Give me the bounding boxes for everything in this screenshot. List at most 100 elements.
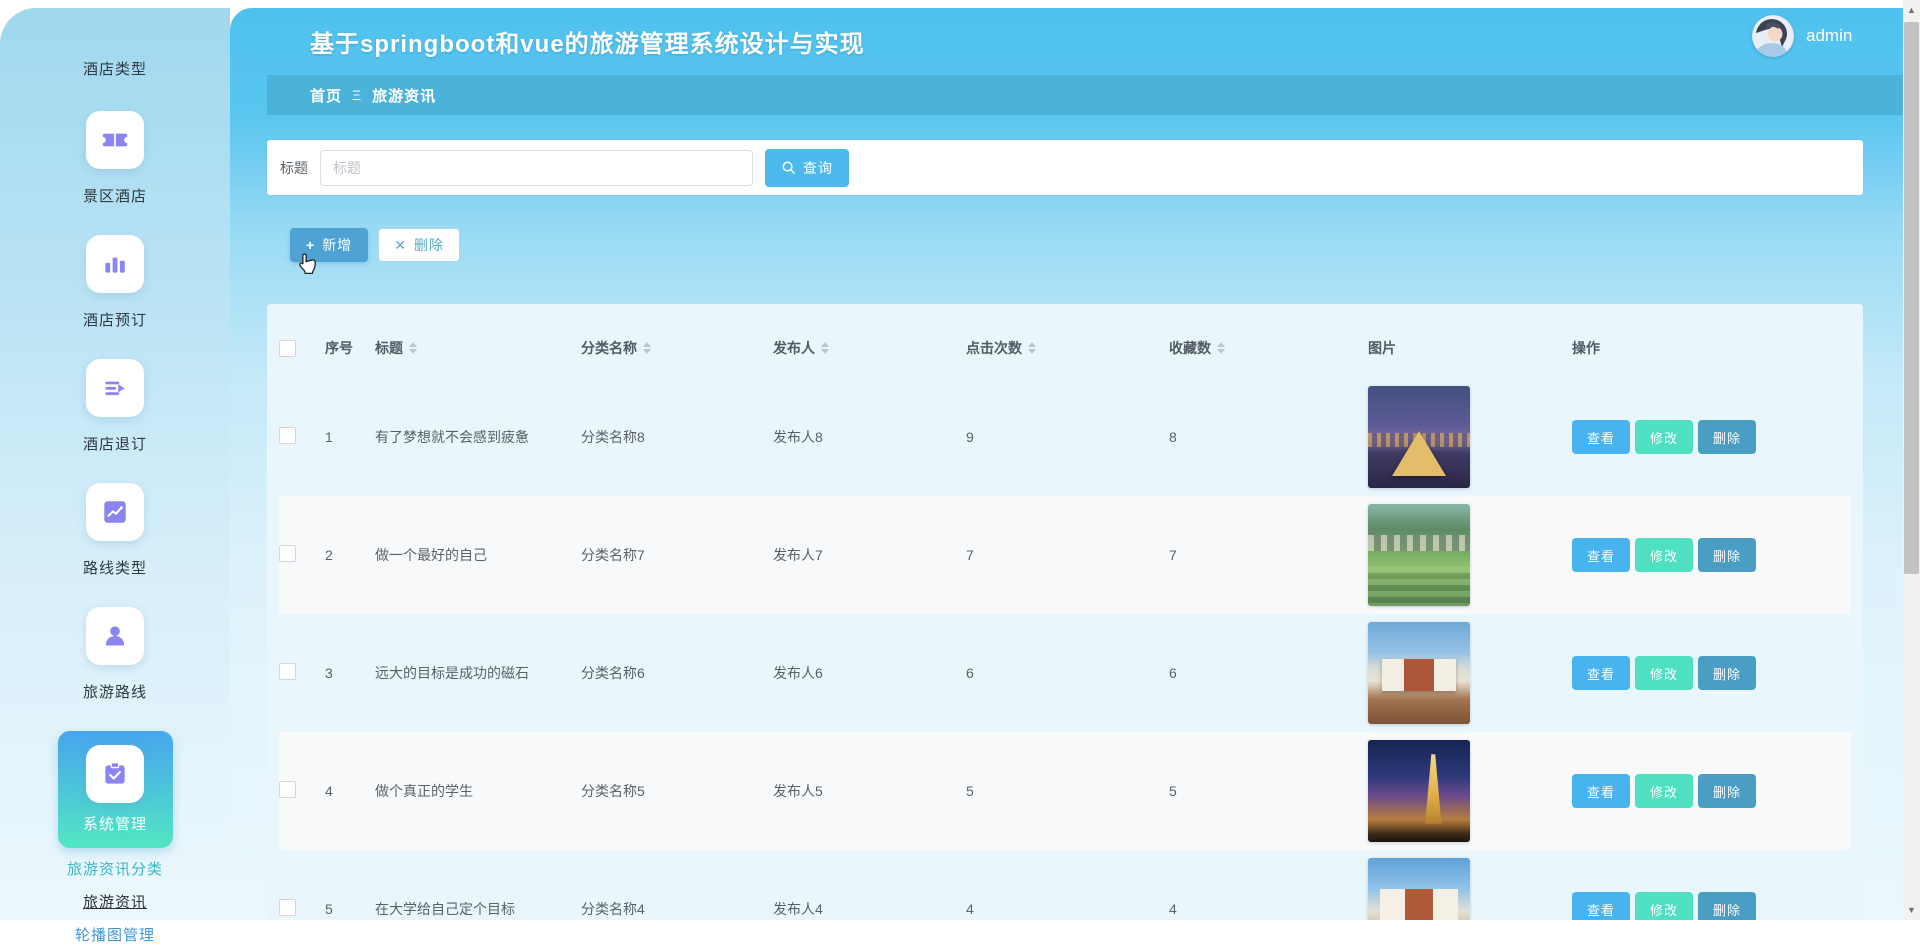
breadcrumb-separator-icon: Ξ	[352, 87, 362, 103]
page-scrollbar[interactable]: ▲ ▼	[1903, 0, 1920, 920]
cell-title: 有了梦想就不会感到疲惫	[375, 427, 581, 447]
sort-caret-icon[interactable]	[1028, 342, 1036, 354]
edit-button[interactable]: 修改	[1635, 656, 1693, 690]
sidebar-item-label: 酒店退订	[83, 433, 147, 454]
batch-delete-button[interactable]: ✕ 删除	[378, 228, 460, 262]
column-header-publisher[interactable]: 发布人	[773, 338, 966, 358]
cell-publisher: 发布人5	[773, 781, 966, 801]
row-checkbox[interactable]	[279, 781, 296, 798]
edit-button[interactable]: 修改	[1635, 538, 1693, 572]
sidebar-item-label: 系统管理	[83, 813, 147, 834]
sort-caret-icon[interactable]	[1217, 342, 1225, 354]
edit-button[interactable]: 修改	[1635, 774, 1693, 808]
column-header-favorites[interactable]: 收藏数	[1169, 338, 1368, 358]
plus-icon: +	[306, 237, 315, 253]
breadcrumb-home-link[interactable]: 首页	[310, 85, 342, 106]
sidebar-items: 酒店类型景区酒店酒店预订酒店退订路线类型旅游路线系统管理旅游资讯分类旅游资讯轮播…	[0, 8, 230, 945]
table-row: 5在大学给自己定个目标分类名称4发布人444查看修改删除	[279, 850, 1851, 920]
view-button[interactable]: 查看	[1572, 420, 1630, 454]
cell-publisher: 发布人6	[773, 663, 966, 683]
cell-favorites: 7	[1169, 547, 1368, 563]
view-button[interactable]: 查看	[1572, 774, 1630, 808]
search-panel: 标题 查询	[267, 140, 1863, 195]
sidebar-item-label: 景区酒店	[83, 185, 147, 206]
row-image-green-terraced-village	[1368, 504, 1470, 606]
cell-category: 分类名称8	[581, 427, 773, 447]
cell-image	[1368, 622, 1572, 724]
row-checkbox[interactable]	[279, 545, 296, 562]
user-menu[interactable]: admin	[1752, 15, 1852, 57]
sidebar-subitem-1[interactable]: 旅游资讯	[0, 891, 230, 912]
column-label-clicks: 点击次数	[966, 338, 1022, 358]
sidebar-item-label: 酒店预订	[83, 309, 147, 330]
sort-caret-icon[interactable]	[409, 342, 417, 354]
row-checkbox[interactable]	[279, 427, 296, 444]
user-avatar[interactable]	[1752, 15, 1794, 57]
sidebar-item-bar-chart[interactable]: 酒店预订	[0, 235, 230, 330]
cell-publisher: 发布人8	[773, 427, 966, 447]
view-button[interactable]: 查看	[1572, 892, 1630, 920]
delete-row-button[interactable]: 删除	[1698, 774, 1756, 808]
column-header-category[interactable]: 分类名称	[581, 338, 773, 358]
cell-favorites: 5	[1169, 783, 1368, 799]
trend-chart-icon	[86, 483, 144, 541]
person-icon	[86, 607, 144, 665]
column-header-clicks[interactable]: 点击次数	[966, 338, 1169, 358]
edit-button[interactable]: 修改	[1635, 892, 1693, 920]
table-body: 1有了梦想就不会感到疲惫分类名称8发布人898查看修改删除2做一个最好的自己分类…	[279, 378, 1851, 920]
sidebar-item-label: 酒店类型	[83, 58, 147, 79]
column-label-favorites: 收藏数	[1169, 338, 1211, 358]
sidebar-item-hotel-type[interactable]: 酒店类型	[0, 58, 230, 79]
row-image-potala-palace	[1368, 622, 1470, 724]
sidebar-item-clipboard-check[interactable]: 系统管理	[58, 731, 173, 848]
table-row: 2做一个最好的自己分类名称7发布人777查看修改删除	[279, 496, 1851, 614]
edit-button[interactable]: 修改	[1635, 420, 1693, 454]
sidebar-item-label: 路线类型	[83, 557, 147, 578]
cell-title: 做个真正的学生	[375, 781, 581, 801]
cell-category: 分类名称5	[581, 781, 773, 801]
cell-title: 远大的目标是成功的磁石	[375, 663, 581, 683]
main-area: 基于springboot和vue的旅游管理系统设计与实现 admin 首页 Ξ …	[230, 8, 1920, 920]
add-button[interactable]: + 新增	[290, 228, 368, 262]
row-checkbox[interactable]	[279, 899, 296, 916]
cell-checkbox	[279, 663, 325, 683]
cell-clicks: 9	[966, 429, 1169, 445]
delete-row-button[interactable]: 删除	[1698, 538, 1756, 572]
cell-image	[1368, 740, 1572, 842]
cell-title: 做一个最好的自己	[375, 545, 581, 565]
username-label: admin	[1806, 26, 1852, 46]
sidebar-item-trend-chart[interactable]: 路线类型	[0, 483, 230, 578]
scrollbar-thumb[interactable]	[1904, 22, 1919, 574]
delete-row-button[interactable]: 删除	[1698, 656, 1756, 690]
sidebar-item-ticket[interactable]: 景区酒店	[0, 111, 230, 206]
sidebar-item-list-return[interactable]: 酒店退订	[0, 359, 230, 454]
scroll-up-icon[interactable]: ▲	[1903, 2, 1920, 18]
cell-checkbox	[279, 545, 325, 565]
select-all-checkbox[interactable]	[279, 340, 296, 357]
search-input[interactable]	[320, 150, 753, 186]
row-image-potala-palace-snow	[1368, 858, 1470, 920]
delete-row-button[interactable]: 删除	[1698, 892, 1756, 920]
scroll-down-icon[interactable]: ▼	[1903, 902, 1920, 918]
sort-caret-icon[interactable]	[821, 342, 829, 354]
cell-title: 在大学给自己定个目标	[375, 899, 581, 919]
sidebar-item-person[interactable]: 旅游路线	[0, 607, 230, 702]
sidebar-subitem-0[interactable]: 旅游资讯分类	[0, 858, 230, 879]
query-button[interactable]: 查询	[765, 149, 849, 187]
view-button[interactable]: 查看	[1572, 656, 1630, 690]
row-image-city-night-tower	[1368, 740, 1470, 842]
row-checkbox[interactable]	[279, 663, 296, 680]
sidebar-subitem-2[interactable]: 轮播图管理	[0, 924, 230, 945]
column-header-title[interactable]: 标题	[375, 338, 581, 358]
sort-caret-icon[interactable]	[643, 342, 651, 354]
view-button[interactable]: 查看	[1572, 538, 1630, 572]
query-button-label: 查询	[803, 158, 833, 178]
cell-publisher: 发布人7	[773, 545, 966, 565]
column-label-publisher: 发布人	[773, 338, 815, 358]
column-label-image: 图片	[1368, 338, 1396, 358]
cell-actions: 查看修改删除	[1572, 656, 1851, 690]
cell-index: 2	[325, 547, 375, 563]
cell-category: 分类名称4	[581, 899, 773, 919]
delete-row-button[interactable]: 删除	[1698, 420, 1756, 454]
cell-favorites: 8	[1169, 429, 1368, 445]
